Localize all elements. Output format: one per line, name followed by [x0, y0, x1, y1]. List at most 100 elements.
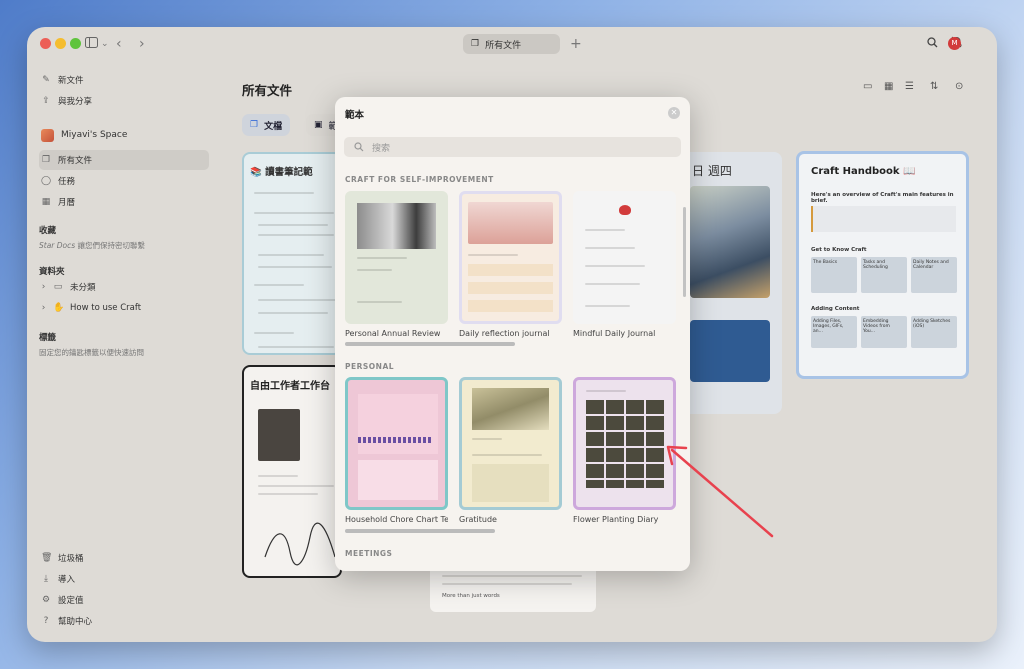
space-icon	[41, 128, 54, 142]
signature-scribble	[264, 522, 336, 566]
inbox-icon: ▭	[53, 282, 63, 292]
handbook-section-heading: Adding Content	[811, 306, 860, 312]
settings-gear-icon: ⚙	[41, 595, 51, 605]
horizontal-scrollbar[interactable]	[345, 342, 515, 346]
forward-arrow-icon[interactable]: ›	[139, 36, 145, 52]
chevron-right-icon[interactable]: ›	[41, 282, 46, 292]
tags-heading: 標籤	[39, 333, 57, 343]
horizontal-scrollbar[interactable]	[345, 529, 495, 533]
template-thumbnail	[573, 191, 676, 324]
document-card-date[interactable]: 日 週四	[682, 152, 782, 414]
template-label: Gratitude	[459, 515, 497, 524]
search-input[interactable]: 搜索	[344, 137, 681, 157]
template-thumbnail	[459, 377, 562, 510]
tags-hint: 固定您的鑰匙標籤以便快速訪問	[39, 348, 144, 357]
sidebar-item-label: 月曆	[58, 198, 76, 208]
document-card-handbook[interactable]: Craft Handbook 📖 Here's an overview of C…	[796, 151, 969, 379]
template-label: Daily reflection journal	[459, 329, 550, 338]
list-layout-icon[interactable]: ▭	[863, 81, 872, 92]
template-card[interactable]: Household Chore Chart Te...	[345, 377, 448, 524]
sidebar-item-help[interactable]: ? 幫助中心	[39, 611, 209, 631]
sidebar-item-shared[interactable]: ⇪ 與我分享	[39, 91, 209, 111]
sidebar-item-new-doc[interactable]: ✎ 新文件	[39, 70, 209, 90]
zoom-window-button[interactable]	[70, 38, 81, 49]
grid-view-icon[interactable]: ▦	[884, 81, 893, 92]
close-icon[interactable]: ✕	[668, 107, 680, 119]
sort-icon[interactable]: ⇅	[930, 81, 938, 92]
handbook-intro: Here's an overview of Craft's main featu…	[811, 192, 954, 204]
handbook-callout	[811, 206, 956, 232]
search-icon[interactable]	[927, 36, 938, 52]
sidebar-item-settings[interactable]: ⚙ 設定值	[39, 590, 209, 610]
sidebar: ✎ 新文件 ⇪ 與我分享 Miyavi's Space ❐ 所有文件 ◯ 任務 …	[27, 61, 217, 642]
filter-label: 文檔	[264, 121, 283, 132]
sidebar-item-folder-unsorted[interactable]: › ▭ 未分類	[39, 277, 209, 297]
check-circle-icon: ◯	[41, 176, 52, 186]
sidebar-item-label: 未分類	[70, 283, 96, 293]
sidebar-item-all-docs[interactable]: ❐ 所有文件	[39, 150, 209, 170]
sidebar-toggle-icon[interactable]	[85, 36, 98, 52]
search-placeholder: 搜索	[372, 143, 391, 154]
card-title: 日 週四	[692, 164, 732, 178]
trash-icon: 🗑	[41, 553, 53, 563]
document-card-freelancer[interactable]: 自由工作者工作台	[242, 365, 342, 578]
filter-docs-button[interactable]: ❐ 文檔	[242, 114, 291, 136]
favorites-heading: 收藏	[39, 226, 57, 236]
folders-heading: 資料夾	[39, 267, 65, 277]
template-card[interactable]: Mindful Daily Journal	[573, 191, 676, 338]
template-card[interactable]: Daily reflection journal	[459, 191, 562, 338]
template-thumbnail	[459, 191, 562, 324]
minimize-window-button[interactable]	[55, 38, 66, 49]
card-image	[258, 409, 300, 461]
waving-hand-icon: ✋	[53, 303, 65, 313]
document-card-reading-notes[interactable]: 📚 讀書筆記範	[242, 152, 342, 355]
sidebar-item-label: How to use Craft	[70, 303, 142, 313]
sidebar-item-folder-howto[interactable]: › ✋ How to use Craft	[39, 298, 209, 318]
chevron-down-icon[interactable]: ⌄	[101, 36, 109, 52]
card-title: 📚 讀書筆記範	[250, 167, 313, 178]
card-text: More than just words	[442, 593, 500, 599]
new-tab-plus-icon[interactable]: +	[570, 36, 582, 52]
document-card-bottom[interactable]: More than just words	[430, 567, 596, 612]
tab-label: 所有文件	[485, 40, 522, 51]
card-title: 自由工作者工作台	[250, 381, 330, 392]
blue-artwork-image	[690, 320, 770, 382]
document-stack-icon: ❐	[471, 39, 480, 49]
sidebar-item-tasks[interactable]: ◯ 任務	[39, 171, 209, 191]
share-icon: ⇪	[42, 96, 50, 106]
template-label: Personal Annual Review	[345, 329, 441, 338]
chevron-right-icon[interactable]: ›	[41, 303, 46, 313]
sidebar-item-label: 設定值	[58, 596, 84, 606]
template-thumbnail	[345, 377, 448, 510]
template-thumbnail	[345, 191, 448, 324]
close-window-button[interactable]	[40, 38, 51, 49]
sidebar-item-label: 所有文件	[58, 156, 93, 166]
list-view-icon[interactable]: ☰	[905, 81, 914, 92]
title-bar: ⌄ ‹ › ❐ 所有文件 + M	[27, 27, 997, 61]
back-arrow-icon[interactable]: ‹	[116, 36, 122, 52]
section-heading-meetings: MEETINGS	[345, 549, 393, 558]
more-options-icon[interactable]: ⊙	[955, 81, 963, 92]
sidebar-item-trash[interactable]: 🗑 垃圾桶	[39, 548, 209, 568]
vertical-scrollbar[interactable]	[683, 207, 686, 297]
import-icon: ⤓	[44, 574, 48, 584]
sidebar-item-import[interactable]: ⤓ 導入	[39, 569, 209, 589]
template-label: Household Chore Chart Te...	[345, 515, 448, 524]
space-switcher[interactable]: Miyavi's Space	[39, 125, 209, 145]
tab-all-documents[interactable]: ❐ 所有文件	[463, 34, 560, 54]
search-icon	[354, 142, 364, 152]
template-card[interactable]: Personal Annual Review	[345, 191, 448, 338]
template-card[interactable]: Gratitude	[459, 377, 562, 524]
calendar-icon: ▦	[41, 197, 51, 207]
avatar[interactable]: M	[948, 37, 961, 50]
japanese-artwork-image	[690, 186, 770, 298]
sidebar-item-label: 幫助中心	[58, 617, 93, 627]
sidebar-item-label: 新文件	[58, 76, 84, 86]
annotation-arrow	[666, 445, 774, 538]
templates-modal: 範本 ✕ 搜索 CRAFT FOR SELF-IMPROVEMENT Perso…	[335, 97, 690, 571]
help-icon: ?	[43, 616, 49, 626]
sidebar-item-calendar[interactable]: ▦ 月曆	[39, 192, 209, 212]
space-name: Miyavi's Space	[61, 130, 128, 140]
handbook-section-heading: Get to Know Craft	[811, 247, 867, 253]
book-icon: 📚	[250, 167, 262, 178]
